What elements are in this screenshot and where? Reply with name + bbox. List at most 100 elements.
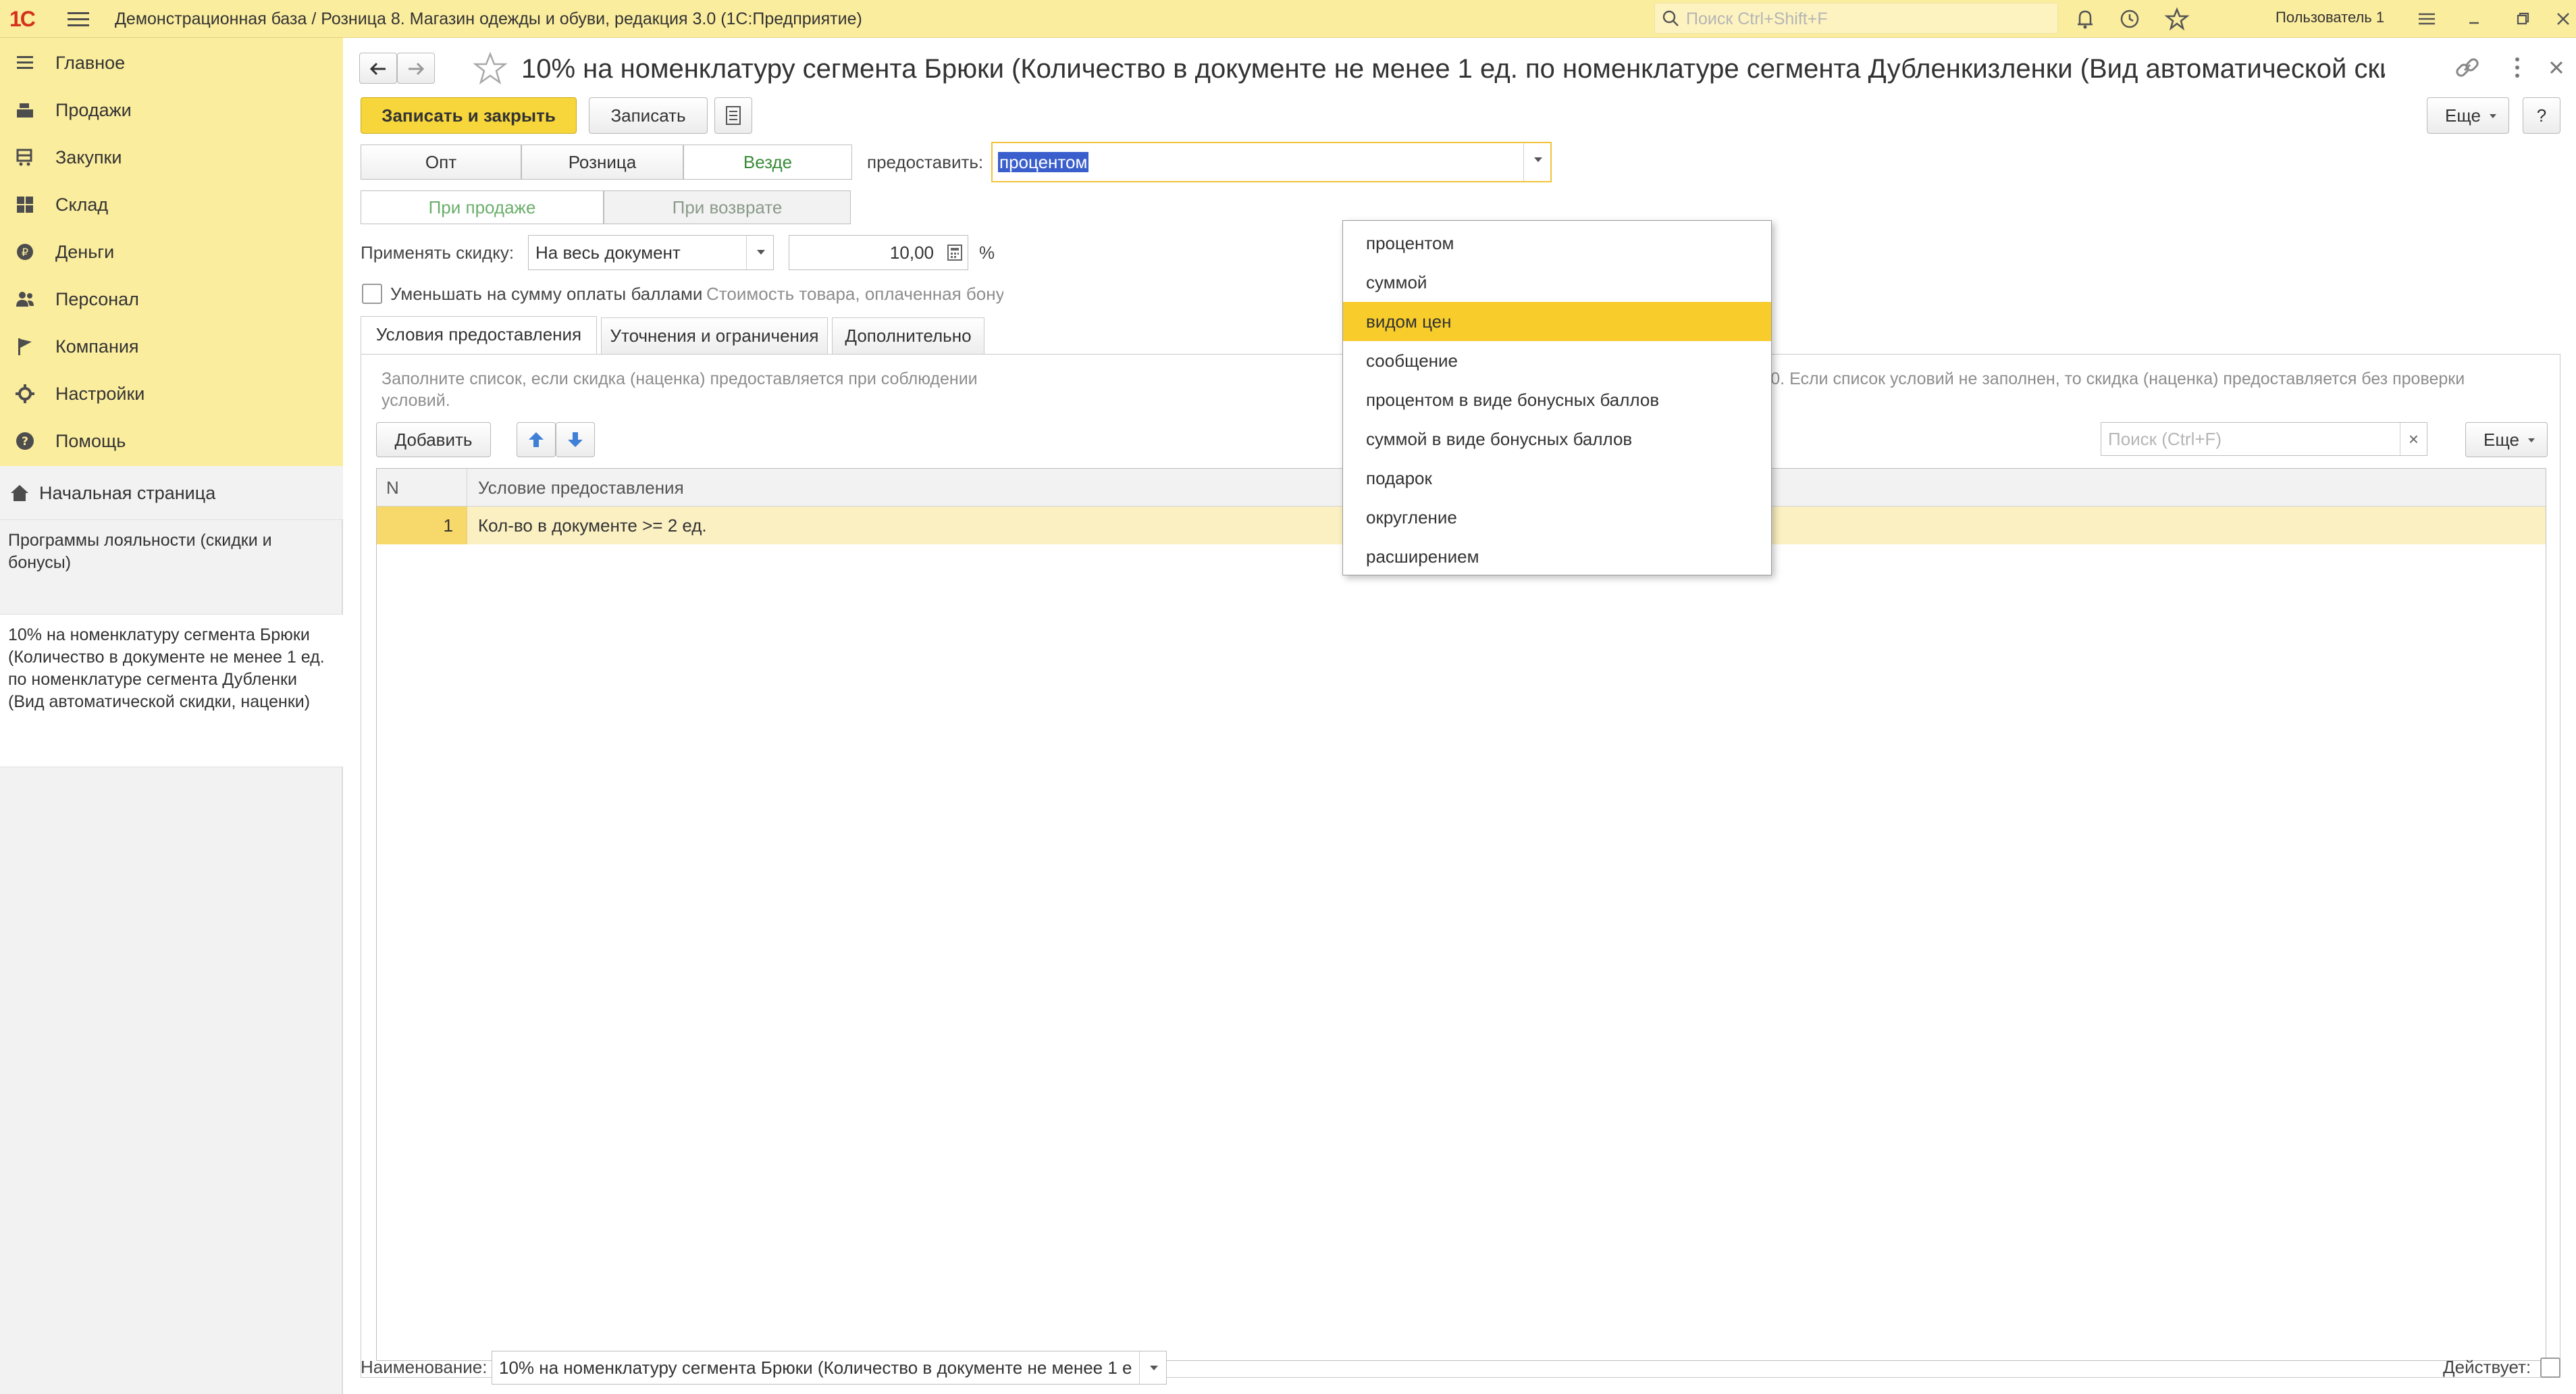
back-button[interactable] xyxy=(359,53,397,84)
more-label: Еще xyxy=(2445,105,2481,126)
dropdown-option[interactable]: суммой xyxy=(1343,263,1771,302)
conditions-hint-text: Заполните список, если скидка (наценка) … xyxy=(382,369,978,388)
sidebar-item-label: Помощь xyxy=(55,431,126,451)
chevron-down-icon[interactable] xyxy=(1139,1351,1166,1384)
table-cell-condition: Кол-во в документе >= 2 ед. xyxy=(478,515,707,536)
sidebar-item-label: Главное xyxy=(55,53,126,73)
calculator-icon[interactable] xyxy=(946,244,964,261)
sidebar-item-help[interactable]: ? Помощь xyxy=(0,417,343,465)
table-search-input[interactable]: Поиск (Ctrl+F) × xyxy=(2101,422,2427,456)
dropdown-option[interactable]: суммой в виде бонусных баллов xyxy=(1343,419,1771,459)
move-up-button[interactable] xyxy=(517,422,556,457)
favorite-star-icon[interactable] xyxy=(473,51,508,86)
history-icon[interactable] xyxy=(2116,5,2143,32)
sidebar-item-label: Деньги xyxy=(55,242,115,262)
sidebar-item-label: Персонал xyxy=(55,289,139,309)
dropdown-option[interactable]: процентом в виде бонусных баллов xyxy=(1343,380,1771,419)
gear-icon xyxy=(16,384,34,403)
segment-wholesale[interactable]: Опт xyxy=(361,145,521,180)
add-condition-button[interactable]: Добавить xyxy=(376,422,491,457)
active-checkbox[interactable] xyxy=(2540,1358,2560,1378)
clear-search-icon[interactable]: × xyxy=(2400,423,2427,455)
reduce-by-points-checkbox[interactable] xyxy=(362,284,382,304)
dropdown-option[interactable]: подарок xyxy=(1343,459,1771,498)
more-vertical-icon[interactable] xyxy=(2502,53,2532,82)
home-page-link[interactable]: Начальная страница xyxy=(0,466,343,520)
sidebar-item-warehouse[interactable]: Склад xyxy=(0,181,343,228)
close-window-icon[interactable] xyxy=(2550,5,2576,32)
tab-additional[interactable]: Дополнительно xyxy=(832,317,984,354)
tab-clarifications[interactable]: Уточнения и ограничения xyxy=(601,317,828,354)
help-icon: ? xyxy=(16,432,34,450)
name-input[interactable]: 10% на номенклатуру сегмента Брюки (Коли… xyxy=(492,1351,1167,1385)
minimize-icon[interactable] xyxy=(2461,5,2488,32)
save-and-close-button[interactable]: Записать и закрыть xyxy=(361,97,577,134)
dropdown-option[interactable]: процентом xyxy=(1343,224,1771,263)
open-window-current-discount[interactable]: 10% на номенклатуру сегмента Брюки (Коли… xyxy=(0,615,343,767)
chevron-down-icon xyxy=(2528,438,2535,442)
sidebar-item-money[interactable]: ₽ Деньги xyxy=(0,228,343,276)
segment-retail[interactable]: Розница xyxy=(521,145,683,180)
apply-discount-label: Применять скидку: xyxy=(361,242,515,263)
chevron-down-icon[interactable] xyxy=(1523,143,1550,181)
segment-everywhere[interactable]: Везде xyxy=(683,145,852,180)
flag-icon xyxy=(18,338,32,355)
help-button[interactable]: ? xyxy=(2523,97,2560,134)
menu-lines-icon xyxy=(17,56,33,69)
cash-register-icon xyxy=(17,103,33,118)
sidebar-item-main[interactable]: Главное xyxy=(0,39,343,86)
sidebar-item-company[interactable]: Компания xyxy=(0,323,343,370)
forward-button[interactable] xyxy=(397,53,435,84)
provide-select-value: процентом xyxy=(998,152,1089,172)
dropdown-option[interactable]: округление xyxy=(1343,498,1771,537)
sidebar-item-label: Настройки xyxy=(55,384,145,404)
apply-discount-select[interactable]: На весь документ xyxy=(528,235,774,270)
arrow-down-icon xyxy=(568,432,583,447)
conditions-hint-left: Заполните список, если скидка (наценка) … xyxy=(382,368,1057,411)
sidebar-item-label: Компания xyxy=(55,336,139,357)
report-button[interactable] xyxy=(714,97,752,134)
move-down-button[interactable] xyxy=(556,422,595,457)
link-icon[interactable] xyxy=(2452,53,2482,82)
provide-dropdown-list: процентом суммой видом цен сообщение про… xyxy=(1342,220,1772,575)
sidebar-item-purchases[interactable]: Закупки xyxy=(0,134,343,181)
table-more-button[interactable]: Еще xyxy=(2465,422,2548,457)
user-name[interactable]: Пользователь 1 xyxy=(2276,0,2384,35)
open-window-loyalty-programs[interactable]: Программы лояльности (скидки и бонусы) xyxy=(0,520,343,615)
chevron-down-icon[interactable] xyxy=(746,236,773,269)
global-search-input[interactable]: Поиск Ctrl+Shift+F xyxy=(1654,3,2058,34)
conditions-table: N Условие предоставления 1 Кол-во в доку… xyxy=(376,468,2546,1361)
dropdown-option[interactable]: сообщение xyxy=(1343,341,1771,380)
name-value: 10% на номенклатуру сегмента Брюки (Коли… xyxy=(499,1358,1132,1378)
sidebar-item-settings[interactable]: Настройки xyxy=(0,370,343,417)
svg-text:₽: ₽ xyxy=(22,246,28,259)
toggle-on-sale[interactable]: При продаже xyxy=(361,190,604,224)
settings-lines-icon[interactable] xyxy=(2413,5,2440,32)
people-icon xyxy=(16,292,34,307)
main-menu-icon[interactable] xyxy=(68,9,89,28)
bell-icon[interactable] xyxy=(2072,5,2099,32)
favorites-star-icon[interactable] xyxy=(2163,5,2190,32)
arrow-right-icon xyxy=(409,62,425,76)
discount-form: 10% на номенклатуру сегмента Брюки (Коли… xyxy=(344,38,2576,1394)
dropdown-option[interactable]: расширением xyxy=(1343,537,1771,576)
sidebar-item-label: Закупки xyxy=(55,147,122,167)
home-icon xyxy=(11,485,28,501)
provide-select[interactable]: процентом xyxy=(991,142,1552,182)
table-search-placeholder: Поиск (Ctrl+F) xyxy=(2108,429,2222,449)
discount-amount-input[interactable]: 10,00 xyxy=(789,235,968,270)
sidebar-item-sales[interactable]: Продажи xyxy=(0,86,343,134)
reduce-by-points-label[interactable]: Уменьшать на сумму оплаты баллами xyxy=(390,280,702,308)
page: 1С Демонстрационная база / Розница 8. Ма… xyxy=(0,0,2576,1394)
more-button[interactable]: Еще xyxy=(2427,97,2509,134)
restore-icon[interactable] xyxy=(2509,5,2536,32)
1c-logo-icon[interactable]: 1С xyxy=(9,5,57,32)
dropdown-option-highlighted[interactable]: видом цен xyxy=(1343,302,1771,341)
save-button[interactable]: Записать xyxy=(589,97,708,134)
column-header-n[interactable]: N xyxy=(377,469,467,507)
sidebar-item-personnel[interactable]: Персонал xyxy=(0,276,343,323)
tab-conditions[interactable]: Условия предоставления xyxy=(361,316,597,355)
open-window-label: Программы лояльности (скидки и бонусы) xyxy=(8,531,272,572)
toggle-on-return[interactable]: При возврате xyxy=(604,190,851,224)
close-form-icon[interactable] xyxy=(2542,53,2571,82)
